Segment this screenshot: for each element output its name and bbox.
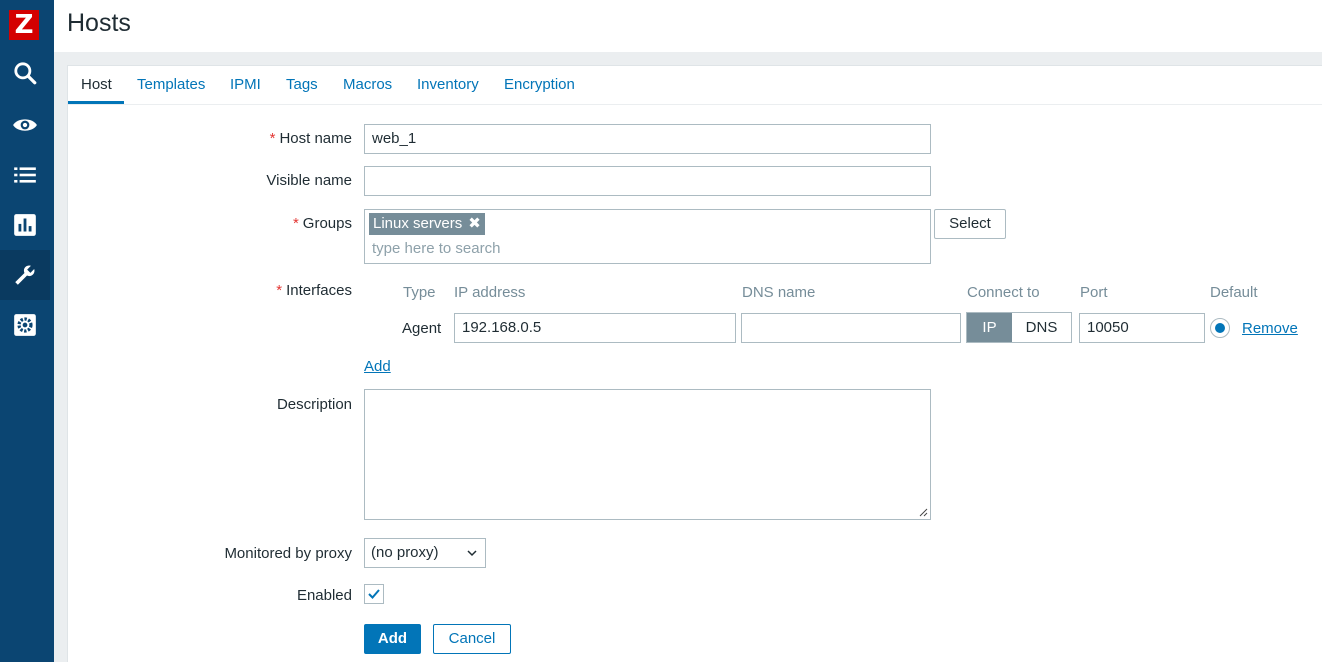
description-label: Description	[276, 396, 352, 413]
enabled-checkbox[interactable]	[364, 584, 384, 604]
zabbix-logo[interactable]: Z	[9, 10, 39, 40]
default-interface-radio[interactable]	[1210, 318, 1230, 338]
groups-multiselect[interactable]: Linux servers ✖ type here to search	[364, 209, 931, 264]
remove-interface-link[interactable]: Remove	[1242, 320, 1298, 337]
add-interface-link[interactable]: Add	[364, 358, 391, 375]
enabled-label: Enabled	[296, 587, 352, 604]
connect-ip-option[interactable]: IP	[967, 313, 1012, 342]
remove-chip-icon[interactable]: ✖	[468, 213, 481, 235]
interface-port-header: Port	[1080, 284, 1108, 301]
select-groups-button[interactable]: Select	[934, 209, 1006, 239]
tab-tags[interactable]: Tags	[286, 76, 318, 93]
group-chip: Linux servers ✖	[369, 213, 485, 235]
tab-inventory[interactable]: Inventory	[417, 76, 479, 93]
bar-chart-icon[interactable]	[0, 200, 50, 250]
host-name-input[interactable]: web_1	[364, 124, 931, 154]
add-button[interactable]: Add	[364, 624, 421, 654]
interface-type: Agent	[402, 320, 442, 337]
wrench-icon[interactable]	[0, 250, 50, 300]
tab-host[interactable]: Host	[81, 76, 112, 93]
interface-port-input[interactable]: 10050	[1079, 313, 1205, 343]
visible-name-input[interactable]	[364, 166, 931, 196]
page-header: Hosts	[54, 0, 1322, 52]
tab-templates[interactable]: Templates	[137, 76, 205, 93]
gear-icon[interactable]	[0, 300, 50, 350]
interface-dns-header: DNS name	[742, 284, 816, 301]
resize-handle-icon[interactable]	[918, 507, 928, 517]
proxy-select-value: (no proxy)	[371, 544, 439, 561]
page-title: Hosts	[67, 9, 131, 37]
sidebar: Z	[0, 0, 54, 662]
host-name-label: * Host name	[269, 130, 352, 147]
cancel-button[interactable]: Cancel	[433, 624, 511, 654]
tab-macros[interactable]: Macros	[343, 76, 392, 93]
eye-icon[interactable]	[0, 100, 50, 150]
interfaces-label: * Interfaces	[276, 282, 352, 299]
active-tab-indicator	[68, 101, 124, 104]
groups-label: * Groups	[292, 215, 352, 232]
proxy-select[interactable]: (no proxy)	[364, 538, 486, 568]
connect-dns-option[interactable]: DNS	[1012, 313, 1071, 342]
visible-name-label: Visible name	[266, 172, 352, 189]
tab-bar: Host Templates IPMI Tags Macros Inventor…	[68, 66, 1322, 105]
description-textarea[interactable]	[364, 389, 931, 520]
interface-ip-header: IP address	[454, 284, 526, 301]
interface-default-header: Default	[1210, 284, 1258, 301]
list-icon[interactable]	[0, 150, 50, 200]
interface-ip-input[interactable]: 192.168.0.5	[454, 313, 736, 343]
tab-encryption[interactable]: Encryption	[504, 76, 575, 93]
groups-search-placeholder[interactable]: type here to search	[372, 240, 500, 257]
checkmark-icon	[368, 589, 380, 599]
group-chip-label: Linux servers	[373, 215, 463, 232]
interface-connect-header: Connect to	[967, 284, 1040, 301]
connect-to-toggle: IP DNS	[966, 312, 1072, 343]
proxy-label: Monitored by proxy	[224, 545, 352, 562]
interface-type-header: Type	[403, 284, 436, 301]
interface-dns-input[interactable]	[741, 313, 961, 343]
chevron-down-icon	[467, 550, 477, 557]
tab-ipmi[interactable]: IPMI	[230, 76, 261, 93]
search-icon[interactable]	[0, 48, 50, 98]
host-form-panel: Host Templates IPMI Tags Macros Inventor…	[67, 65, 1322, 662]
